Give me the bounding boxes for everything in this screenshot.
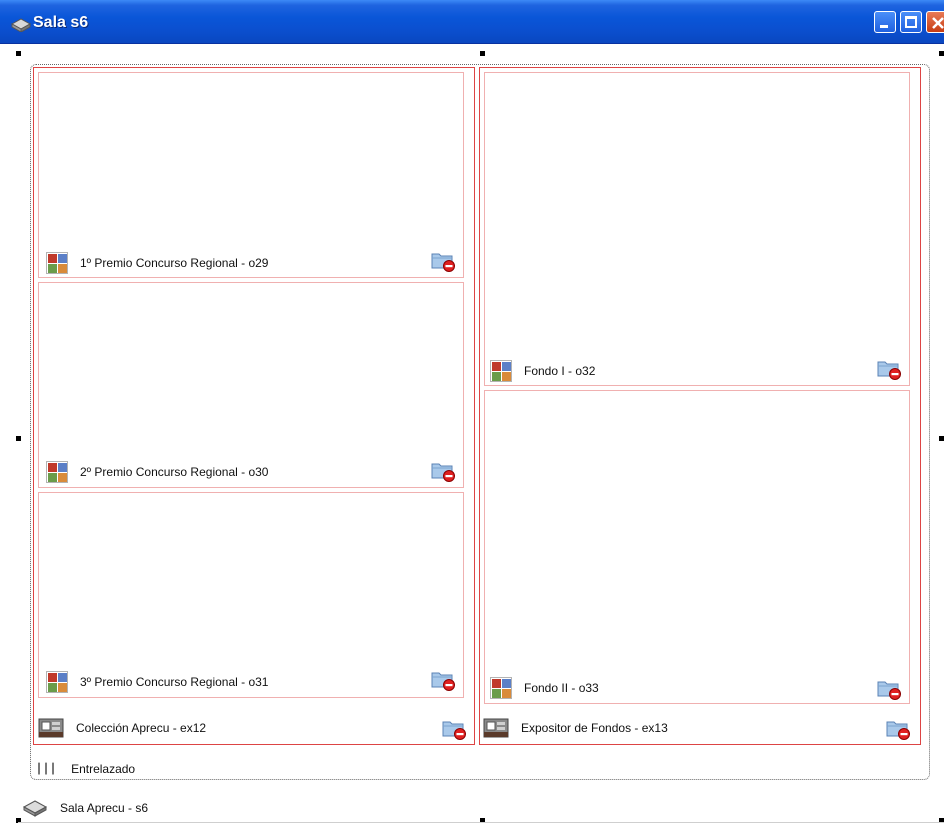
artwork-label: Fondo II - o33: [524, 681, 599, 695]
layout-bars-icon: ┃┃┃: [36, 763, 58, 775]
layout-mode-text: Entrelazado: [71, 762, 136, 776]
window-title: Sala s6: [33, 14, 89, 31]
minimize-icon: [880, 25, 888, 28]
exhibitor-label: Expositor de Fondos - ex13: [521, 721, 668, 735]
artwork-panel[interactable]: [484, 390, 910, 704]
artwork-panel[interactable]: [484, 72, 910, 386]
exhibitor-label-row[interactable]: Expositor de Fondos - ex13: [483, 718, 668, 738]
layout-mode-label[interactable]: ┃┃┃ Entrelazado: [36, 762, 135, 776]
artwork-panel[interactable]: [38, 282, 464, 488]
folder-remove-icon[interactable]: [430, 669, 456, 691]
folder-remove-icon[interactable]: [430, 460, 456, 482]
room-label[interactable]: Sala Aprecu - s6: [22, 799, 148, 817]
artwork-panel[interactable]: [38, 72, 464, 278]
artwork-icon: [46, 461, 68, 483]
resize-handle-middle-left[interactable]: [16, 436, 21, 441]
maximize-button[interactable]: [900, 11, 922, 33]
artwork-label: 2º Premio Concurso Regional - o30: [80, 465, 269, 479]
artwork-label-row[interactable]: 3º Premio Concurso Regional - o31: [46, 671, 268, 693]
resize-handle-middle-right[interactable]: [939, 436, 944, 441]
room-icon: [10, 18, 32, 32]
artwork-label-row[interactable]: 2º Premio Concurso Regional - o30: [46, 461, 268, 483]
exhibitor-icon: [483, 718, 509, 738]
folder-remove-icon[interactable]: [876, 678, 902, 700]
exhibitor-icon: [38, 718, 64, 738]
window-title-bar[interactable]: Sala s6: [0, 0, 944, 44]
folder-remove-icon[interactable]: [876, 358, 902, 380]
close-icon: [932, 17, 944, 29]
exhibitor-label-row[interactable]: Colección Aprecu - ex12: [38, 718, 206, 738]
folder-remove-icon[interactable]: [430, 250, 456, 272]
artwork-icon: [46, 252, 68, 274]
resize-handle-top-left[interactable]: [16, 51, 21, 56]
artwork-icon: [46, 671, 68, 693]
close-button[interactable]: [926, 11, 944, 33]
room-label-text: Sala Aprecu - s6: [60, 801, 149, 815]
folder-remove-icon[interactable]: [885, 718, 911, 740]
artwork-label-row[interactable]: 1º Premio Concurso Regional - o29: [46, 252, 268, 274]
resize-handle-top-right[interactable]: [939, 51, 944, 56]
artwork-label-row[interactable]: Fondo II - o33: [490, 677, 599, 699]
minimize-button[interactable]: [874, 11, 896, 33]
artwork-label: 1º Premio Concurso Regional - o29: [80, 256, 269, 270]
exhibitor-label: Colección Aprecu - ex12: [76, 721, 207, 735]
artwork-icon: [490, 677, 512, 699]
artwork-label: Fondo I - o32: [524, 364, 596, 378]
artwork-panel[interactable]: [38, 492, 464, 698]
room-icon: [22, 800, 48, 817]
artwork-icon: [490, 360, 512, 382]
canvas-bottom-border: [18, 822, 944, 823]
artwork-label-row[interactable]: Fondo I - o32: [490, 360, 595, 382]
resize-handle-top-center[interactable]: [480, 51, 485, 56]
artwork-label: 3º Premio Concurso Regional - o31: [80, 675, 269, 689]
folder-remove-icon[interactable]: [441, 718, 467, 740]
maximize-icon: [905, 16, 917, 28]
